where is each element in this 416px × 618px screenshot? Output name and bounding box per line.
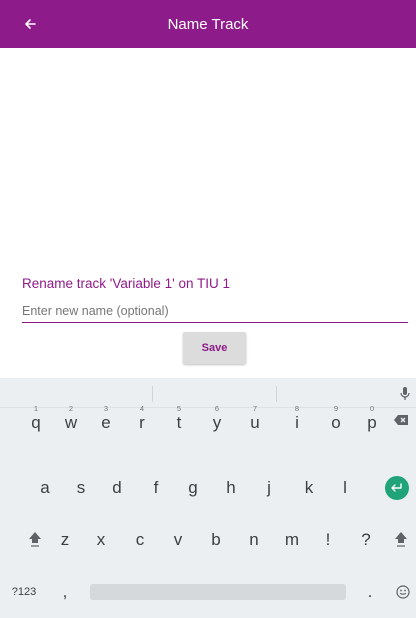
- key-char: j: [267, 478, 271, 497]
- key-char: p: [367, 413, 377, 432]
- rename-label: Rename track 'Variable 1' on TIU 1: [22, 276, 231, 291]
- spacebar[interactable]: [90, 584, 346, 600]
- save-button[interactable]: Save: [183, 332, 246, 364]
- key-char: !: [325, 530, 331, 549]
- shift-key-right[interactable]: [388, 526, 414, 552]
- key-char: c: [135, 530, 145, 549]
- key-11[interactable]: s: [68, 474, 94, 502]
- key-10[interactable]: a: [32, 474, 58, 502]
- key-char: q: [31, 413, 41, 432]
- content-area: Rename track 'Variable 1' on TIU 1 Save: [0, 48, 416, 378]
- key-hint: 1: [33, 404, 39, 413]
- key-20[interactable]: x: [89, 526, 113, 554]
- key-25[interactable]: m: [280, 526, 304, 554]
- key-19[interactable]: z: [53, 526, 77, 554]
- key-char: e: [101, 413, 111, 432]
- key-char: t: [176, 413, 182, 432]
- key-char: h: [226, 478, 236, 497]
- key-3[interactable]: 4r: [128, 402, 156, 438]
- app-bar: Name Track: [0, 0, 416, 48]
- key-char: a: [40, 478, 50, 497]
- key-5[interactable]: 6y: [203, 402, 231, 438]
- key-17[interactable]: k: [296, 474, 322, 502]
- key-16[interactable]: j: [256, 474, 282, 502]
- key-22[interactable]: v: [166, 526, 190, 554]
- comma-key[interactable]: ,: [52, 578, 78, 606]
- track-name-input[interactable]: [22, 301, 408, 323]
- key-char: g: [188, 478, 198, 497]
- back-button[interactable]: [14, 8, 46, 40]
- backspace-icon: [394, 415, 408, 425]
- key-0[interactable]: 1q: [22, 402, 50, 438]
- key-char: k: [304, 478, 314, 497]
- key-18[interactable]: l: [332, 474, 358, 502]
- enter-icon: [391, 483, 402, 492]
- key-char: y: [212, 413, 222, 432]
- key-7[interactable]: 8i: [283, 402, 311, 438]
- key-hint: 3: [103, 404, 109, 413]
- key-9[interactable]: 0p: [358, 402, 386, 438]
- key-hint: 6: [214, 404, 220, 413]
- key-hint: 4: [139, 404, 145, 413]
- key-char: m: [284, 530, 300, 549]
- page-title: Name Track: [167, 15, 249, 33]
- shift-icon: [29, 532, 41, 547]
- key-char: n: [249, 530, 259, 549]
- key-4[interactable]: 5t: [165, 402, 193, 438]
- arrow-left-icon: [25, 19, 36, 29]
- symbols-key-label: ?123: [11, 586, 37, 598]
- key-26[interactable]: !: [316, 526, 340, 554]
- key-char: d: [112, 478, 122, 497]
- strip-divider: [276, 386, 277, 402]
- key-hint: 2: [68, 404, 74, 413]
- key-char: r: [139, 413, 145, 432]
- key-hint: 5: [176, 404, 182, 413]
- microphone-icon[interactable]: [398, 386, 412, 402]
- key-1[interactable]: 2w: [57, 402, 85, 438]
- period-key-label: .: [367, 582, 373, 601]
- key-23[interactable]: b: [204, 526, 228, 554]
- key-char: x: [96, 530, 106, 549]
- period-key[interactable]: .: [358, 578, 382, 606]
- emoji-key[interactable]: [392, 578, 414, 606]
- key-char: z: [60, 530, 70, 549]
- key-27[interactable]: ?: [354, 526, 378, 554]
- key-hint: 0: [369, 404, 375, 413]
- key-12[interactable]: d: [104, 474, 130, 502]
- backspace-key[interactable]: [388, 402, 414, 438]
- key-char: b: [211, 530, 221, 549]
- key-hint: 7: [252, 404, 258, 413]
- key-char: v: [173, 530, 183, 549]
- key-char: i: [295, 413, 299, 432]
- key-13[interactable]: f: [143, 474, 169, 502]
- key-24[interactable]: n: [242, 526, 266, 554]
- key-char: f: [153, 478, 159, 497]
- key-14[interactable]: g: [180, 474, 206, 502]
- key-char: s: [76, 478, 86, 497]
- key-8[interactable]: 9o: [322, 402, 350, 438]
- soft-keyboard: 1q2w3e4r5t6y7u8i9o0p asdfghjkl z x c v b n m!?…: [0, 378, 416, 618]
- key-6[interactable]: 7u: [241, 402, 269, 438]
- key-char: l: [343, 478, 347, 497]
- key-char: o: [331, 413, 341, 432]
- symbols-key[interactable]: ?123: [4, 578, 44, 606]
- smiley-icon: [396, 585, 410, 599]
- key-15[interactable]: h: [218, 474, 244, 502]
- key-21[interactable]: c: [128, 526, 152, 554]
- comma-key-label: ,: [62, 582, 68, 601]
- key-hint: 8: [294, 404, 300, 413]
- key-hint: 9: [333, 404, 339, 413]
- shift-icon: [395, 532, 407, 547]
- key-char: ?: [361, 530, 371, 549]
- key-char: w: [64, 413, 78, 432]
- shift-key-left[interactable]: [22, 526, 48, 552]
- key-char: u: [250, 413, 260, 432]
- enter-key[interactable]: [385, 476, 409, 500]
- strip-divider: [152, 386, 153, 402]
- key-2[interactable]: 3e: [92, 402, 120, 438]
